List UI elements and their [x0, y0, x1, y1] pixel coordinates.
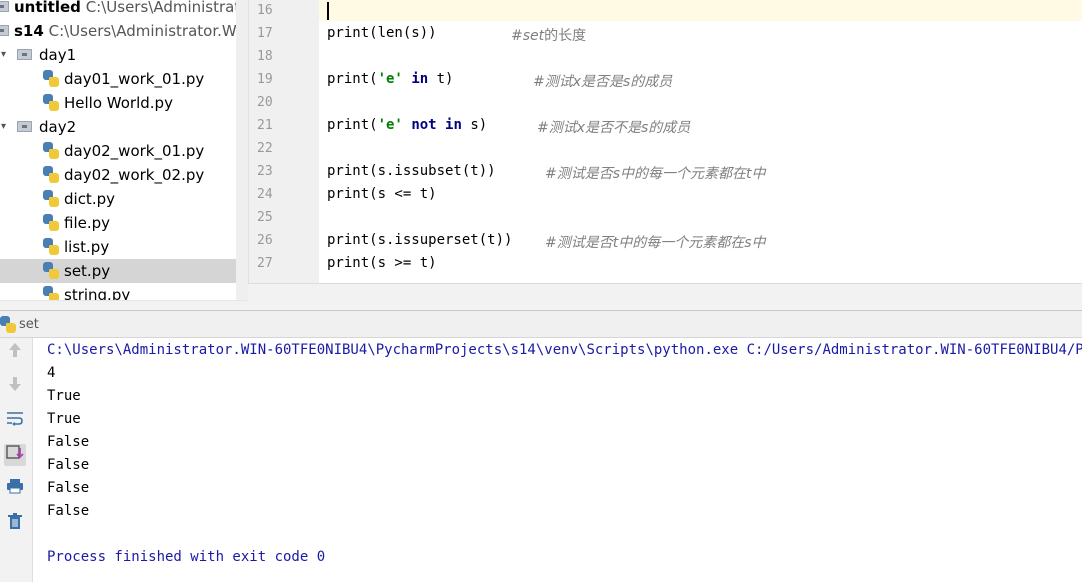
- code-line: print('e' not in s): [327, 117, 488, 133]
- python-file-icon: [43, 190, 59, 207]
- line-number: 18: [257, 49, 273, 64]
- folder-icon: [17, 49, 32, 60]
- module-name: s14: [14, 22, 44, 40]
- soft-wrap-icon[interactable]: [4, 410, 26, 432]
- trash-icon[interactable]: [4, 512, 26, 534]
- python-file-icon: [43, 238, 59, 255]
- line-number: 19: [257, 72, 273, 87]
- console-output-line: True: [47, 388, 81, 404]
- folder-label: day1: [39, 46, 77, 64]
- console-output-line: False: [47, 457, 90, 473]
- run-toolbar: [0, 338, 33, 582]
- code-line: print(s.issubset(t)): [327, 163, 496, 179]
- code-comment: #测试x是否不是s的成员: [537, 120, 691, 136]
- line-number: 25: [257, 210, 273, 225]
- code-comment: #测试x是否是s的成员: [533, 74, 673, 90]
- run-console-output[interactable]: C:\Users\Administrator.WIN-60TFE0NIBU4\P…: [33, 338, 1082, 582]
- line-number: 17: [257, 26, 273, 41]
- tree-item-file[interactable]: file.py: [0, 211, 248, 235]
- file-label: day02_work_02.py: [64, 166, 205, 184]
- file-label: day02_work_01.py: [64, 142, 205, 160]
- code-line: print(s.issuperset(t)): [327, 232, 513, 248]
- code-line: print('e' in t): [327, 71, 454, 87]
- python-file-icon: [43, 262, 59, 279]
- file-label: list.py: [64, 238, 110, 256]
- python-file-icon: [43, 166, 59, 183]
- scroll-to-end-icon[interactable]: [4, 444, 26, 466]
- python-file-icon: [43, 94, 59, 111]
- tree-item-s14[interactable]: s14 C:\Users\Administrator.WIN: [0, 19, 248, 43]
- expand-arrow-icon[interactable]: ▾: [1, 43, 6, 67]
- console-output-line: True: [47, 411, 81, 427]
- line-number: 23: [257, 164, 273, 179]
- tree-item-day1[interactable]: ▾ day1: [0, 43, 248, 67]
- project-tree-panel: untitled C:\Users\Administrator s14 C:\U…: [0, 0, 248, 310]
- file-label: dict.py: [64, 190, 115, 208]
- console-exit-message: Process finished with exit code 0: [47, 549, 326, 565]
- python-run-icon: [0, 316, 16, 333]
- line-number: 22: [257, 141, 273, 156]
- tree-item-file[interactable]: day01_work_01.py: [0, 67, 248, 91]
- line-number: 26: [257, 233, 273, 248]
- run-tab-bar: set: [0, 310, 1082, 338]
- line-number: 20: [257, 95, 273, 110]
- current-line-highlight: [319, 0, 1082, 21]
- arrow-up-icon[interactable]: [4, 342, 26, 364]
- file-label: set.py: [64, 262, 111, 280]
- text-caret: [327, 2, 329, 20]
- python-file-icon: [43, 214, 59, 231]
- line-number: 27: [257, 256, 273, 271]
- tree-item-file[interactable]: list.py: [0, 235, 248, 259]
- code-comment: #测试是否s中的每一个元素都在t中: [545, 166, 766, 182]
- line-number-gutter: 16 17 18 19 20 21 22 23 24 25 26 27: [249, 0, 319, 283]
- tree-item-day2[interactable]: ▾ day2: [0, 115, 248, 139]
- code-line: print(s >= t): [327, 255, 437, 271]
- tree-vertical-scrollbar[interactable]: [236, 0, 248, 300]
- python-file-icon: [43, 142, 59, 159]
- file-label: day01_work_01.py: [64, 70, 205, 88]
- tree-item-file-selected[interactable]: set.py: [0, 259, 248, 283]
- line-number: 24: [257, 187, 273, 202]
- module-path: C:\Users\Administrator: [85, 0, 248, 16]
- line-number: 16: [257, 3, 273, 18]
- module-name: untitled: [14, 0, 81, 16]
- module-icon: [0, 1, 9, 12]
- line-number: 21: [257, 118, 273, 133]
- code-line: print(len(s)): [327, 25, 437, 41]
- tree-item-file[interactable]: dict.py: [0, 187, 248, 211]
- console-output-line: False: [47, 503, 90, 519]
- code-comment: #set的长度: [511, 28, 587, 44]
- file-label: file.py: [64, 214, 111, 232]
- console-output-line: False: [47, 480, 90, 496]
- file-label: Hello World.py: [64, 94, 173, 112]
- module-icon: [0, 25, 9, 36]
- folder-icon: [17, 121, 32, 132]
- code-editor[interactable]: 16 17 18 19 20 21 22 23 24 25 26 27 prin…: [248, 0, 1082, 283]
- tree-item-file[interactable]: day02_work_01.py: [0, 139, 248, 163]
- arrow-down-icon[interactable]: [4, 376, 26, 398]
- print-icon[interactable]: [4, 478, 26, 500]
- editor-horizontal-scrollbar[interactable]: [248, 283, 1082, 311]
- python-file-icon: [43, 70, 59, 87]
- console-command-line: C:\Users\Administrator.WIN-60TFE0NIBU4\P…: [47, 342, 1082, 358]
- code-line: print(s <= t): [327, 186, 437, 202]
- tree-item-file[interactable]: day02_work_02.py: [0, 163, 248, 187]
- tree-item-untitled[interactable]: untitled C:\Users\Administrator: [0, 0, 248, 19]
- expand-arrow-icon[interactable]: ▾: [1, 115, 6, 139]
- tree-horizontal-scrollbar[interactable]: [0, 300, 248, 310]
- run-tab-label[interactable]: set: [19, 317, 39, 332]
- console-output-line: 4: [47, 365, 56, 381]
- tree-item-file[interactable]: Hello World.py: [0, 91, 248, 115]
- console-output-line: False: [47, 434, 90, 450]
- folder-label: day2: [39, 118, 77, 136]
- code-comment: #测试是否t中的每一个元素都在s中: [545, 235, 766, 251]
- module-path: C:\Users\Administrator.WIN: [48, 22, 248, 40]
